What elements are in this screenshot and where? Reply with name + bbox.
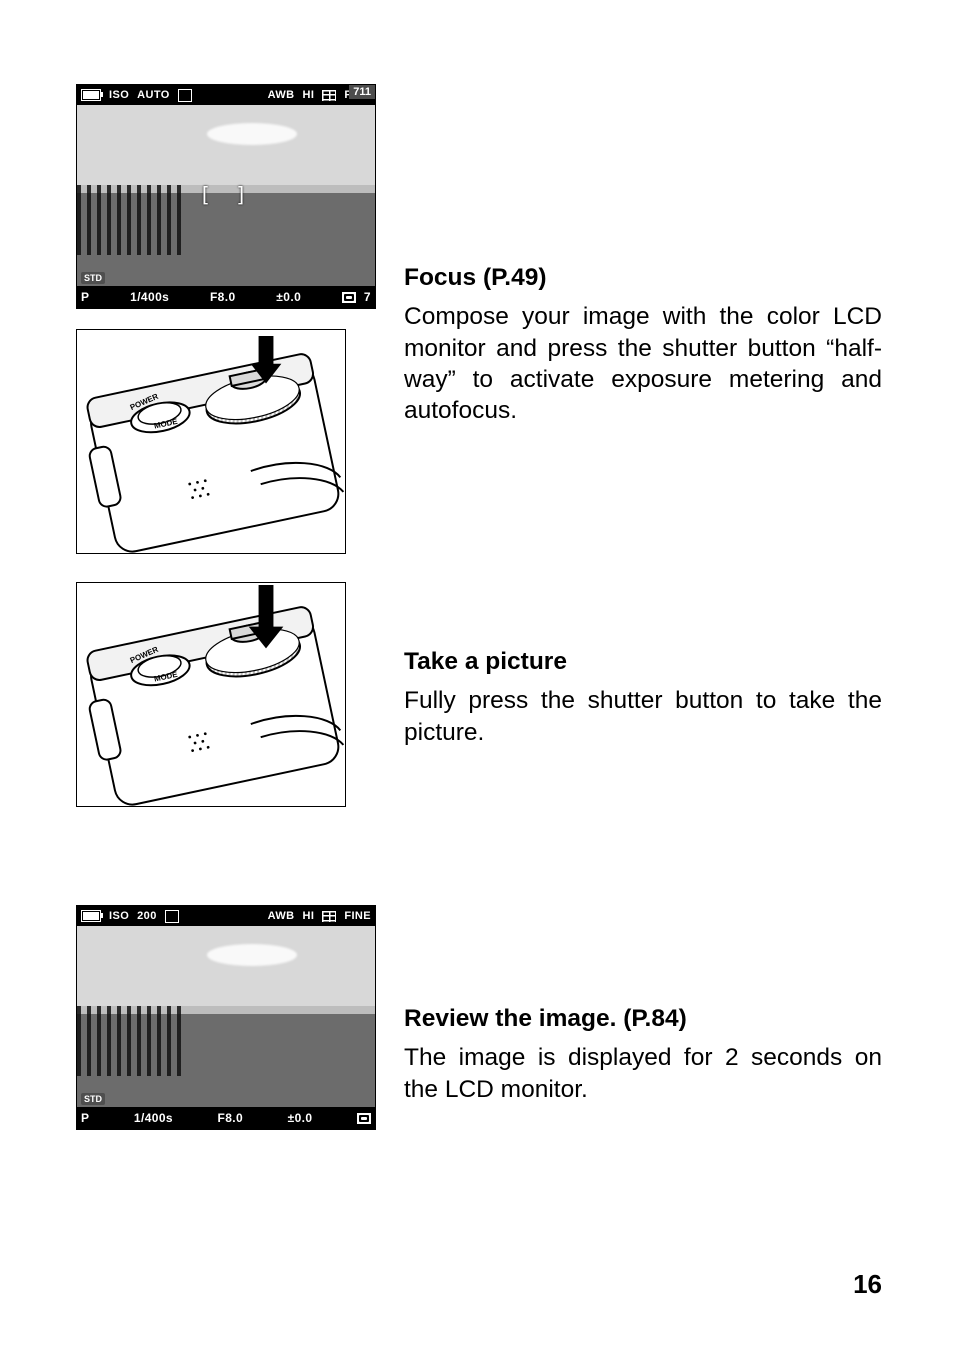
lcd-top-bar: ISO AUTO AWB HI FINE — [77, 85, 375, 105]
battery-icon — [81, 910, 101, 922]
lcd-preview-review: ISO 200 AWB HI FINE STD P — [76, 905, 376, 1130]
quality-value: FINE — [344, 910, 371, 922]
iso-label: ISO — [109, 910, 129, 922]
wb-value: AWB — [268, 910, 295, 922]
focus-brackets-icon: [ ] — [199, 182, 253, 206]
af-remaining: 7 — [364, 290, 371, 304]
grid-icon — [322, 911, 336, 922]
card-icon — [165, 910, 179, 923]
camera-diagram-half-press: POWER MODE — [76, 329, 346, 554]
aperture-value: F8.0 — [217, 1111, 243, 1125]
res-value: HI — [303, 89, 315, 101]
aperture-value: F8.0 — [210, 290, 236, 304]
mode-value: P — [81, 290, 89, 304]
focus-body: Compose your image with the color LCD mo… — [404, 301, 882, 426]
std-badge: STD — [81, 1093, 105, 1105]
battery-icon — [81, 89, 101, 101]
manual-page: ISO AUTO AWB HI FINE 711 [ ] STD — [0, 0, 954, 1348]
review-body: The image is displayed for 2 seconds on … — [404, 1042, 882, 1105]
iso-value: AUTO — [137, 89, 170, 101]
review-heading: Review the image. (P.84) — [404, 1003, 882, 1034]
take-body: Fully press the shutter button to take t… — [404, 685, 882, 748]
section-take-images: POWER MODE — [76, 582, 376, 807]
res-value: HI — [303, 910, 315, 922]
shutter-value: 1/400s — [130, 290, 169, 304]
lcd-preview-focus: ISO AUTO AWB HI FINE 711 [ ] STD — [76, 84, 376, 309]
section-focus: ISO AUTO AWB HI FINE 711 [ ] STD — [76, 84, 882, 554]
af-point-icon — [342, 292, 356, 303]
af-point-icon — [357, 1113, 371, 1124]
take-heading: Take a picture — [404, 646, 882, 677]
iso-value: 200 — [137, 910, 157, 922]
section-review-images: ISO 200 AWB HI FINE STD P — [76, 905, 376, 1130]
lcd-bottom-bar: P 1/400s F8.0 ±0.0 — [77, 1107, 375, 1129]
camera-diagram-full-press: POWER MODE — [76, 582, 346, 807]
focus-heading: Focus (P.49) — [404, 262, 882, 293]
section-take: POWER MODE — [76, 582, 882, 807]
lcd-top-bar: ISO 200 AWB HI FINE — [77, 906, 375, 926]
shots-remaining: 711 — [349, 85, 375, 99]
iso-label: ISO — [109, 89, 129, 101]
wb-value: AWB — [268, 89, 295, 101]
page-number: 16 — [853, 1269, 882, 1300]
mode-value: P — [81, 1111, 89, 1125]
card-icon — [178, 89, 192, 102]
shutter-value: 1/400s — [134, 1111, 173, 1125]
section-review: ISO 200 AWB HI FINE STD P — [76, 905, 882, 1130]
ev-value: ±0.0 — [288, 1111, 313, 1125]
grid-icon — [322, 90, 336, 101]
section-focus-images: ISO AUTO AWB HI FINE 711 [ ] STD — [76, 84, 376, 554]
lcd-bottom-bar: P 1/400s F8.0 ±0.0 7 — [77, 286, 375, 308]
std-badge: STD — [81, 272, 105, 284]
ev-value: ±0.0 — [276, 290, 301, 304]
